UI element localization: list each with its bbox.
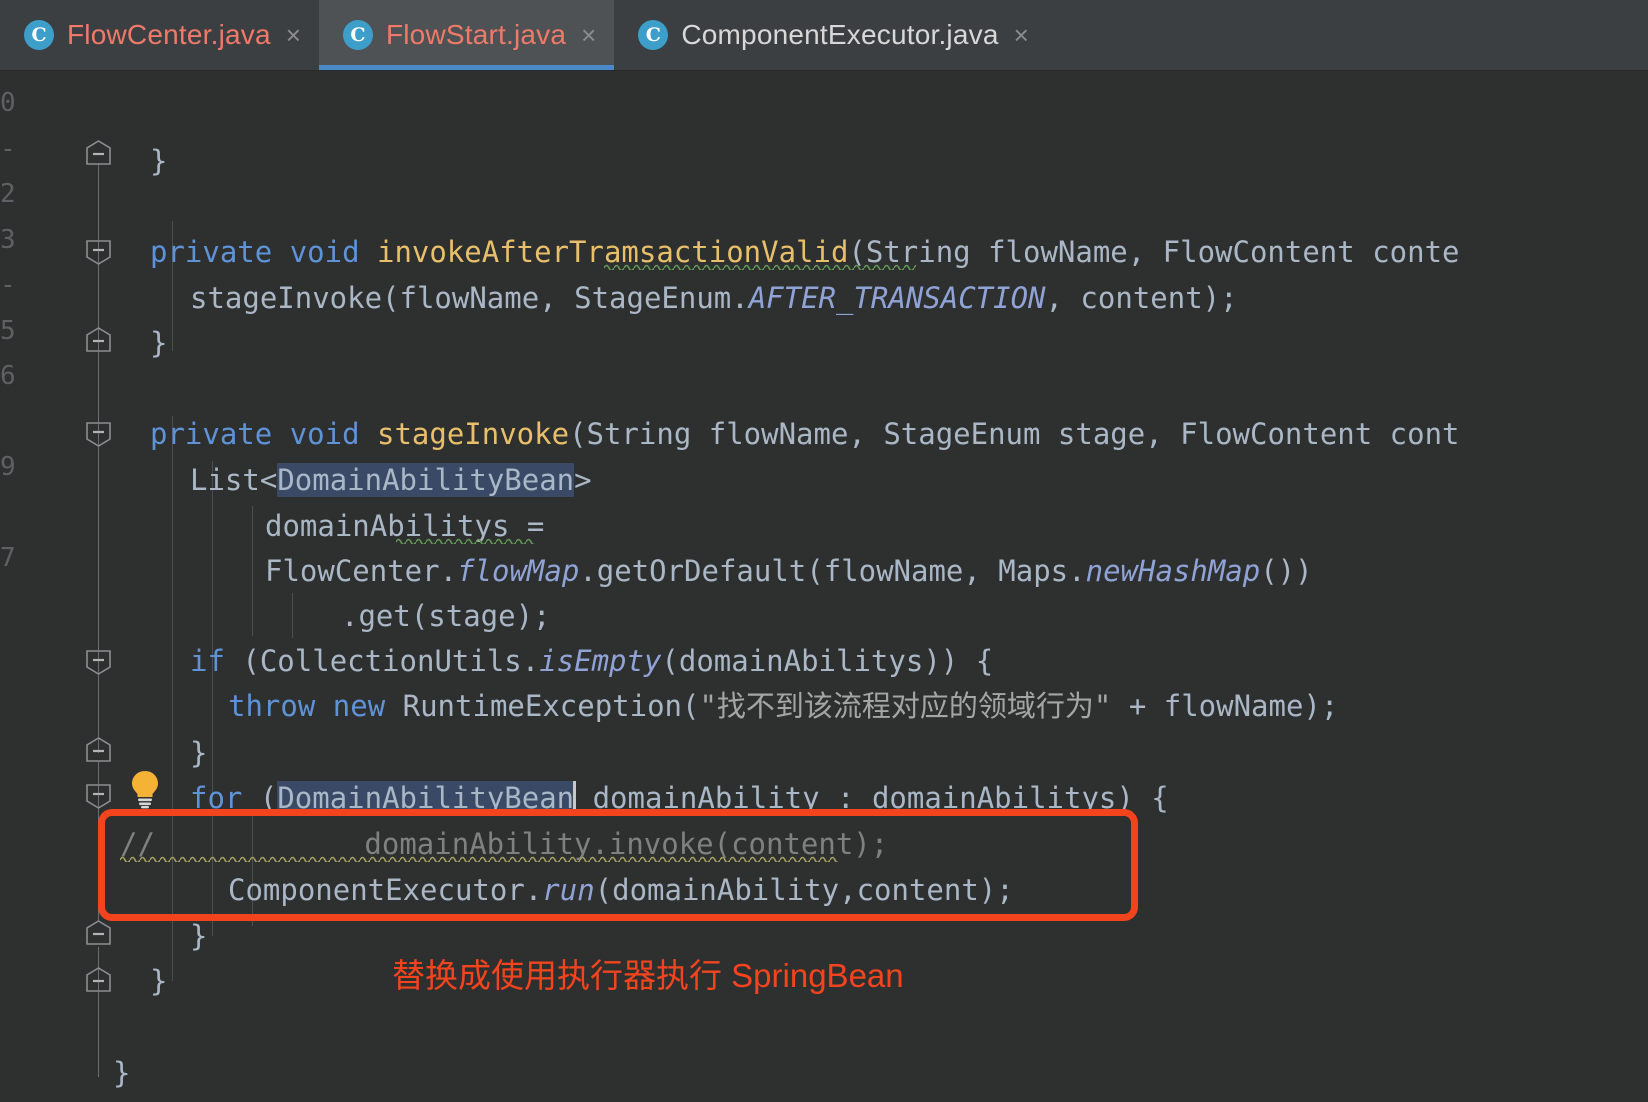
- java-class-icon: C: [24, 20, 54, 50]
- selected-identifier: DomainAbilityBean: [277, 781, 575, 815]
- code-line: }: [190, 736, 208, 770]
- tab-flowstart-java[interactable]: C FlowStart.java ×: [318, 0, 615, 70]
- tab-componentexecutor-java[interactable]: C ComponentExecutor.java ×: [614, 0, 1046, 70]
- code-line: .get(stage);: [341, 599, 551, 633]
- close-icon[interactable]: ×: [284, 22, 301, 48]
- code-line: for (DomainAbilityBean domainAbility : d…: [190, 781, 1169, 815]
- java-class-icon: C: [638, 20, 669, 50]
- code-line: }: [150, 144, 168, 178]
- tab-flowcenter-java[interactable]: C FlowCenter.java ×: [0, 0, 319, 70]
- selected-identifier: DomainAbilityBean: [277, 463, 575, 497]
- code-line: ComponentExecutor.run(domainAbility,cont…: [228, 873, 1014, 907]
- annotation-caption: 替换成使用执行器执行 SpringBean: [392, 957, 904, 994]
- code-line: stageInvoke(flowName, StageEnum.AFTER_TR…: [190, 281, 1238, 315]
- code-line: }: [150, 326, 168, 360]
- typo-underline: [604, 263, 916, 270]
- code-line: if (CollectionUtils.isEmpty(domainAbilit…: [190, 644, 994, 678]
- code-line: }: [113, 1056, 131, 1090]
- code-line: }: [190, 919, 208, 953]
- lightbulb-icon[interactable]: [128, 769, 162, 809]
- close-icon[interactable]: ×: [579, 22, 596, 48]
- java-class-icon: C: [342, 20, 373, 50]
- code-line: FlowCenter.flowMap.getOrDefault(flowName…: [265, 554, 1313, 588]
- tab-label: FlowCenter.java: [67, 19, 271, 50]
- weak-warning-underline: [120, 855, 838, 862]
- code-line: }: [150, 964, 168, 998]
- editor-tab-bar: C FlowCenter.java × C FlowStart.java × C…: [0, 0, 1648, 71]
- code-text-layer[interactable]: } private void invokeAfterTramsactionVal…: [0, 71, 1648, 1102]
- code-line: List<DomainAbilityBean>: [190, 463, 592, 497]
- code-editor[interactable]: 0 - 2 3 - 5 6 9 7: [0, 71, 1648, 1102]
- tab-label: FlowStart.java: [385, 19, 567, 50]
- close-icon[interactable]: ×: [1012, 22, 1029, 48]
- typo-underline: [396, 537, 534, 544]
- code-line: throw new RuntimeException("找不到该流程对应的领域行…: [228, 689, 1339, 723]
- tab-label: ComponentExecutor.java: [681, 19, 999, 50]
- code-line: private void stageInvoke(String flowName…: [150, 417, 1460, 451]
